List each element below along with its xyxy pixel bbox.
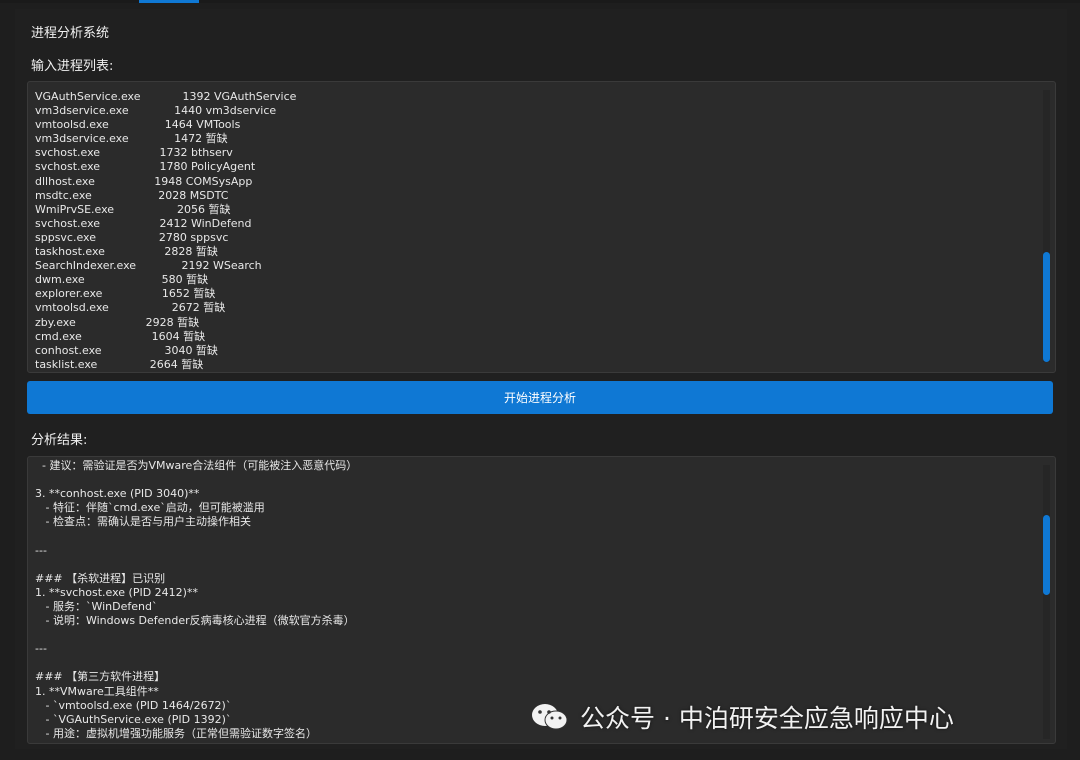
process-list-scrollbar[interactable] <box>1043 90 1050 362</box>
result-line: - 说明：Windows Defender反病毒核心进程（微软官方杀毒） <box>35 614 355 628</box>
process-line: svchost.exe 1732 bthserv <box>35 146 233 160</box>
process-list-scroll-thumb[interactable] <box>1043 252 1050 362</box>
process-line: zby.exe 2928 暂缺 <box>35 315 200 329</box>
result-label: 分析结果: <box>31 433 88 448</box>
process-line: dwm.exe 580 暂缺 <box>35 273 209 287</box>
result-line: ### 【第三方软件进程】 <box>35 670 166 684</box>
process-line: vm3dservice.exe 1472 暂缺 <box>35 132 228 146</box>
result-scroll-thumb[interactable] <box>1043 515 1050 595</box>
process-line: SearchIndexer.exe 2192 WSearch <box>35 259 262 273</box>
process-list-label: 输入进程列表: <box>31 59 114 74</box>
process-line: vm3dservice.exe 1440 vm3dservice <box>35 104 277 118</box>
process-line: svchost.exe 1780 PolicyAgent <box>35 160 256 174</box>
start-analysis-button[interactable]: 开始进程分析 <box>27 381 1053 414</box>
process-line: msdtc.exe 2028 MSDTC <box>35 188 229 202</box>
result-line <box>35 558 357 572</box>
process-line: dllhost.exe 1948 COMSysApp <box>35 174 253 188</box>
process-line: cmd.exe 1604 暂缺 <box>35 329 206 343</box>
process-line: sppsvc.exe 2780 sppsvc <box>35 230 229 244</box>
result-line: - 用途：虚拟机增强功能服务（正常但需验证数字签名） <box>35 726 317 740</box>
top-tab-strip <box>0 0 1080 3</box>
result-line: - `vmtoolsd.exe (PID 1464/2672)` <box>35 698 232 712</box>
result-line <box>35 656 357 670</box>
app-window: 进程分析系统 输入进程列表: VGAuthService.exe 1392 VG… <box>0 0 1080 760</box>
result-line: ### 【杀软进程】已识别 <box>35 571 166 585</box>
result-text: - 建议：需验证是否为VMware合法组件（可能被注入恶意代码） 3. **con… <box>35 459 357 741</box>
result-line: - 特征：伴随`cmd.exe`启动，但可能被滥用 <box>35 501 265 515</box>
wechat-icon <box>532 704 568 730</box>
process-line: taskhost.exe 2828 暂缺 <box>35 245 218 259</box>
result-line: - 建议：需验证是否为VMware合法组件（可能被注入恶意代码） <box>35 459 358 472</box>
result-line: --- <box>35 642 47 656</box>
result-line: --- <box>35 543 47 557</box>
process-line: vmtoolsd.exe 1464 VMTools <box>35 118 241 132</box>
result-line: - 服务：`WinDefend` <box>35 599 158 613</box>
result-scrollbar[interactable] <box>1043 465 1050 739</box>
result-line: 3. **conhost.exe (PID 3040)** <box>35 487 200 501</box>
process-line: explorer.exe 1652 暂缺 <box>35 287 216 301</box>
result-line: - 检查点：需确认是否与用户主动操作相关 <box>35 515 251 529</box>
process-line: conhost.exe 3040 暂缺 <box>35 343 218 357</box>
process-line: tasklist.exe 2664 暂缺 <box>35 357 204 371</box>
result-line: 1. **svchost.exe (PID 2412)** <box>35 585 198 599</box>
watermark-text: 公众号 · 中泊研安全应急响应中心 <box>580 704 954 733</box>
process-line: WmiPrvSE.exe 2056 暂缺 <box>35 202 231 216</box>
result-line <box>35 473 357 487</box>
watermark: 公众号 · 中泊研安全应急响应中心 <box>530 700 954 734</box>
result-line <box>35 529 357 543</box>
process-line: svchost.exe 2412 WinDefend <box>35 216 252 230</box>
active-tab-indicator[interactable] <box>139 0 199 3</box>
result-line: - `VGAuthService.exe (PID 1392)` <box>35 712 232 726</box>
app-title: 进程分析系统 <box>31 26 110 41</box>
result-line <box>35 628 357 642</box>
process-list: VGAuthService.exe 1392 VGAuthService vm3d… <box>35 90 296 372</box>
process-line: VGAuthService.exe 1392 VGAuthService <box>35 90 297 103</box>
process-line: vmtoolsd.exe 2672 暂缺 <box>35 301 226 315</box>
result-line: 1. **VMware工具组件** <box>35 684 159 698</box>
process-list-textarea[interactable]: VGAuthService.exe 1392 VGAuthService vm3d… <box>27 81 1056 373</box>
